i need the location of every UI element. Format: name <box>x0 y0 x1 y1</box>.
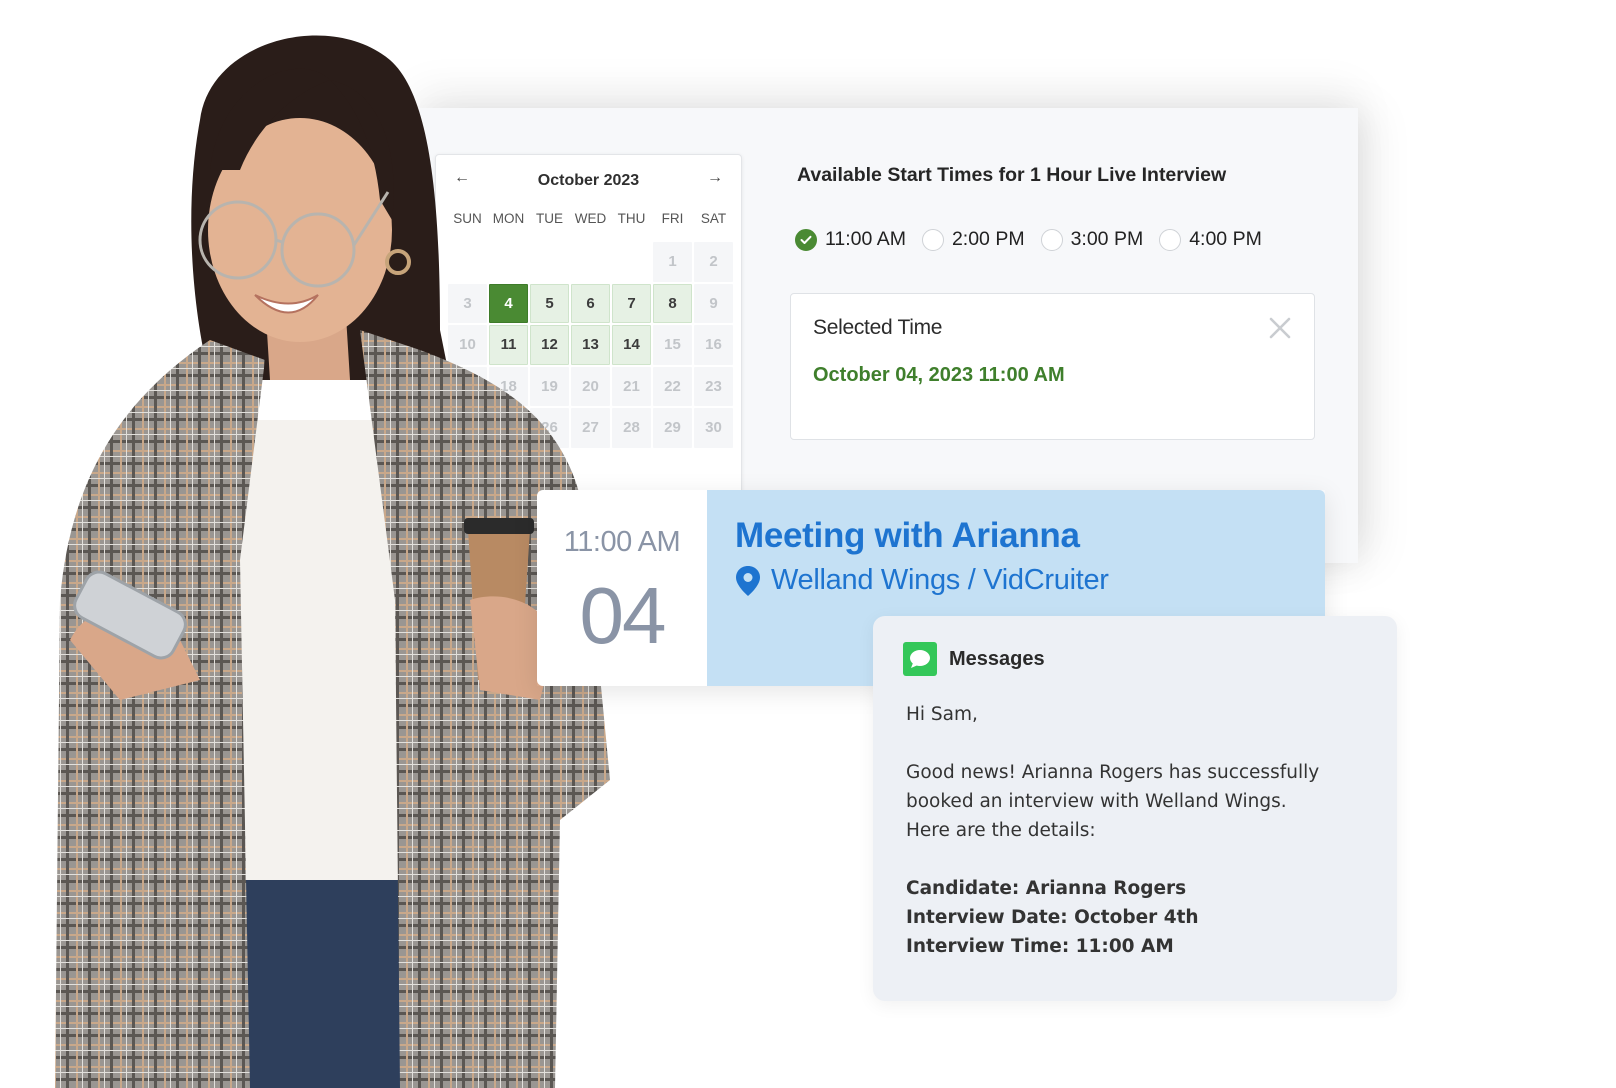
selected-time-label: Selected Time <box>813 316 943 339</box>
radio-unchecked-icon[interactable] <box>1040 228 1063 251</box>
message-line: booked an interview with Welland Wings. <box>906 791 1287 812</box>
time-option[interactable]: 3:00 PM <box>1040 228 1144 251</box>
radio-unchecked-icon[interactable] <box>921 228 944 251</box>
message-detail-time: Interview Time: 11:00 AM <box>906 936 1174 957</box>
calendar-day: 22 <box>653 366 692 406</box>
available-times-title: Available Start Times for 1 Hour Live In… <box>797 164 1227 186</box>
meeting-location: Welland Wings / VidCruiter <box>735 564 1109 597</box>
time-option[interactable]: 4:00 PM <box>1159 228 1262 251</box>
message-greeting: Hi Sam, <box>906 704 978 725</box>
calendar-day: 2 <box>694 242 733 282</box>
calendar-day: 15 <box>653 325 692 365</box>
messages-header: Messages <box>903 642 1045 676</box>
message-line: Here are the details: <box>906 820 1096 841</box>
calendar-day: 16 <box>694 325 733 365</box>
meeting-day-number: 04 <box>579 571 667 660</box>
messages-app-icon <box>903 642 937 676</box>
calendar-day: 29 <box>653 408 692 448</box>
message-body: Hi Sam, Good news! Arianna Rogers has su… <box>906 700 1376 961</box>
messages-notification[interactable]: Messages Hi Sam, Good news! Arianna Roge… <box>873 616 1397 1001</box>
calendar-day: 30 <box>694 408 733 448</box>
location-pin-icon <box>736 565 760 596</box>
meeting-date-block: 11:00 AM 04 <box>537 490 707 686</box>
time-options: 11:00 AM 2:00 PM 3:00 PM 4:00 PM <box>795 228 1278 251</box>
next-month-arrow-icon[interactable]: → <box>703 169 727 187</box>
selected-time-value: October 04, 2023 11:00 AM <box>813 364 1065 386</box>
time-option-label: 11:00 AM <box>825 228 906 250</box>
time-option-label: 4:00 PM <box>1189 228 1262 250</box>
message-detail-date: Interview Date: October 4th <box>906 907 1199 928</box>
plaid-blazer <box>55 340 265 1088</box>
calendar-day: 9 <box>694 283 733 323</box>
meeting-time: 11:00 AM <box>563 526 681 558</box>
close-icon[interactable] <box>1266 314 1294 342</box>
meeting-location-text: Welland Wings / VidCruiter <box>771 564 1109 596</box>
time-option[interactable]: 2:00 PM <box>921 228 1025 251</box>
meeting-title: Meeting with Arianna <box>735 516 1080 555</box>
calendar-day: 1 <box>653 242 692 282</box>
selected-time-box: Selected Time October 04, 2023 11:00 AM <box>790 293 1315 440</box>
message-line: Good news! Arianna Rogers has successful… <box>906 762 1320 783</box>
time-option-label: 2:00 PM <box>951 228 1025 250</box>
weekday-label: FRI <box>661 211 684 226</box>
radio-unchecked-icon[interactable] <box>1159 228 1182 251</box>
calendar-day: 23 <box>694 366 733 406</box>
weekday-label: SAT <box>700 211 727 226</box>
time-option[interactable]: 11:00 AM <box>795 228 906 251</box>
message-detail-candidate: Candidate: Arianna Rogers <box>906 878 1187 899</box>
time-option-label: 3:00 PM <box>1070 228 1144 250</box>
calendar-day[interactable]: 8 <box>653 283 692 323</box>
radio-checked-icon[interactable] <box>795 228 817 251</box>
messages-app-name: Messages <box>949 647 1045 670</box>
